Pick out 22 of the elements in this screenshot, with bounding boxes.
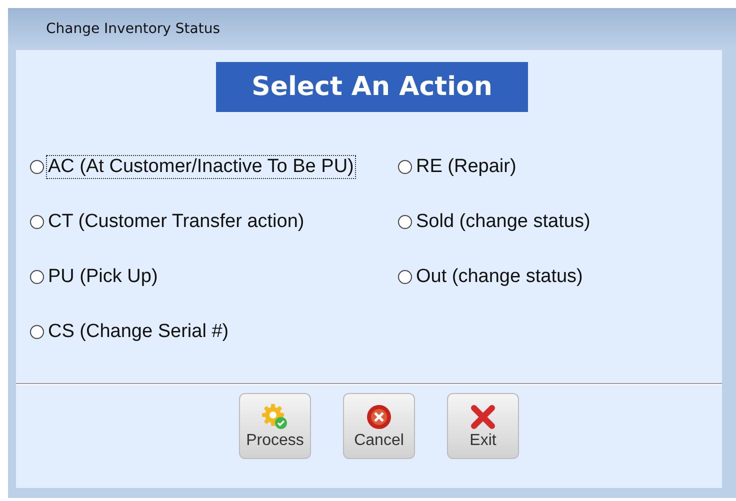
radio-button[interactable] (398, 160, 412, 174)
radio-button[interactable] (30, 160, 44, 174)
radio-button[interactable] (398, 270, 412, 284)
option-label[interactable]: PU (Pick Up) (46, 265, 160, 289)
option-label[interactable]: AC (At Customer/Inactive To Be PU) (46, 155, 356, 179)
cancel-icon (365, 402, 393, 430)
option-label[interactable]: CS (Change Serial #) (46, 320, 231, 344)
exit-button[interactable]: Exit (447, 393, 519, 459)
radio-button[interactable] (30, 215, 44, 229)
radio-button[interactable] (30, 270, 44, 284)
gear-icon (261, 402, 289, 430)
window-title: Change Inventory Status (46, 21, 220, 37)
heading-banner: Select An Action (216, 62, 528, 112)
option-label[interactable]: Sold (change status) (414, 210, 592, 234)
option-label[interactable]: CT (Customer Transfer action) (46, 210, 306, 234)
radio-button[interactable] (398, 215, 412, 229)
process-button[interactable]: Process (239, 393, 311, 459)
close-icon (469, 402, 497, 430)
option-label[interactable]: Out (change status) (414, 265, 585, 289)
cancel-button[interactable]: Cancel (343, 393, 415, 459)
option-label[interactable]: RE (Repair) (414, 155, 518, 179)
radio-button[interactable] (30, 325, 44, 339)
